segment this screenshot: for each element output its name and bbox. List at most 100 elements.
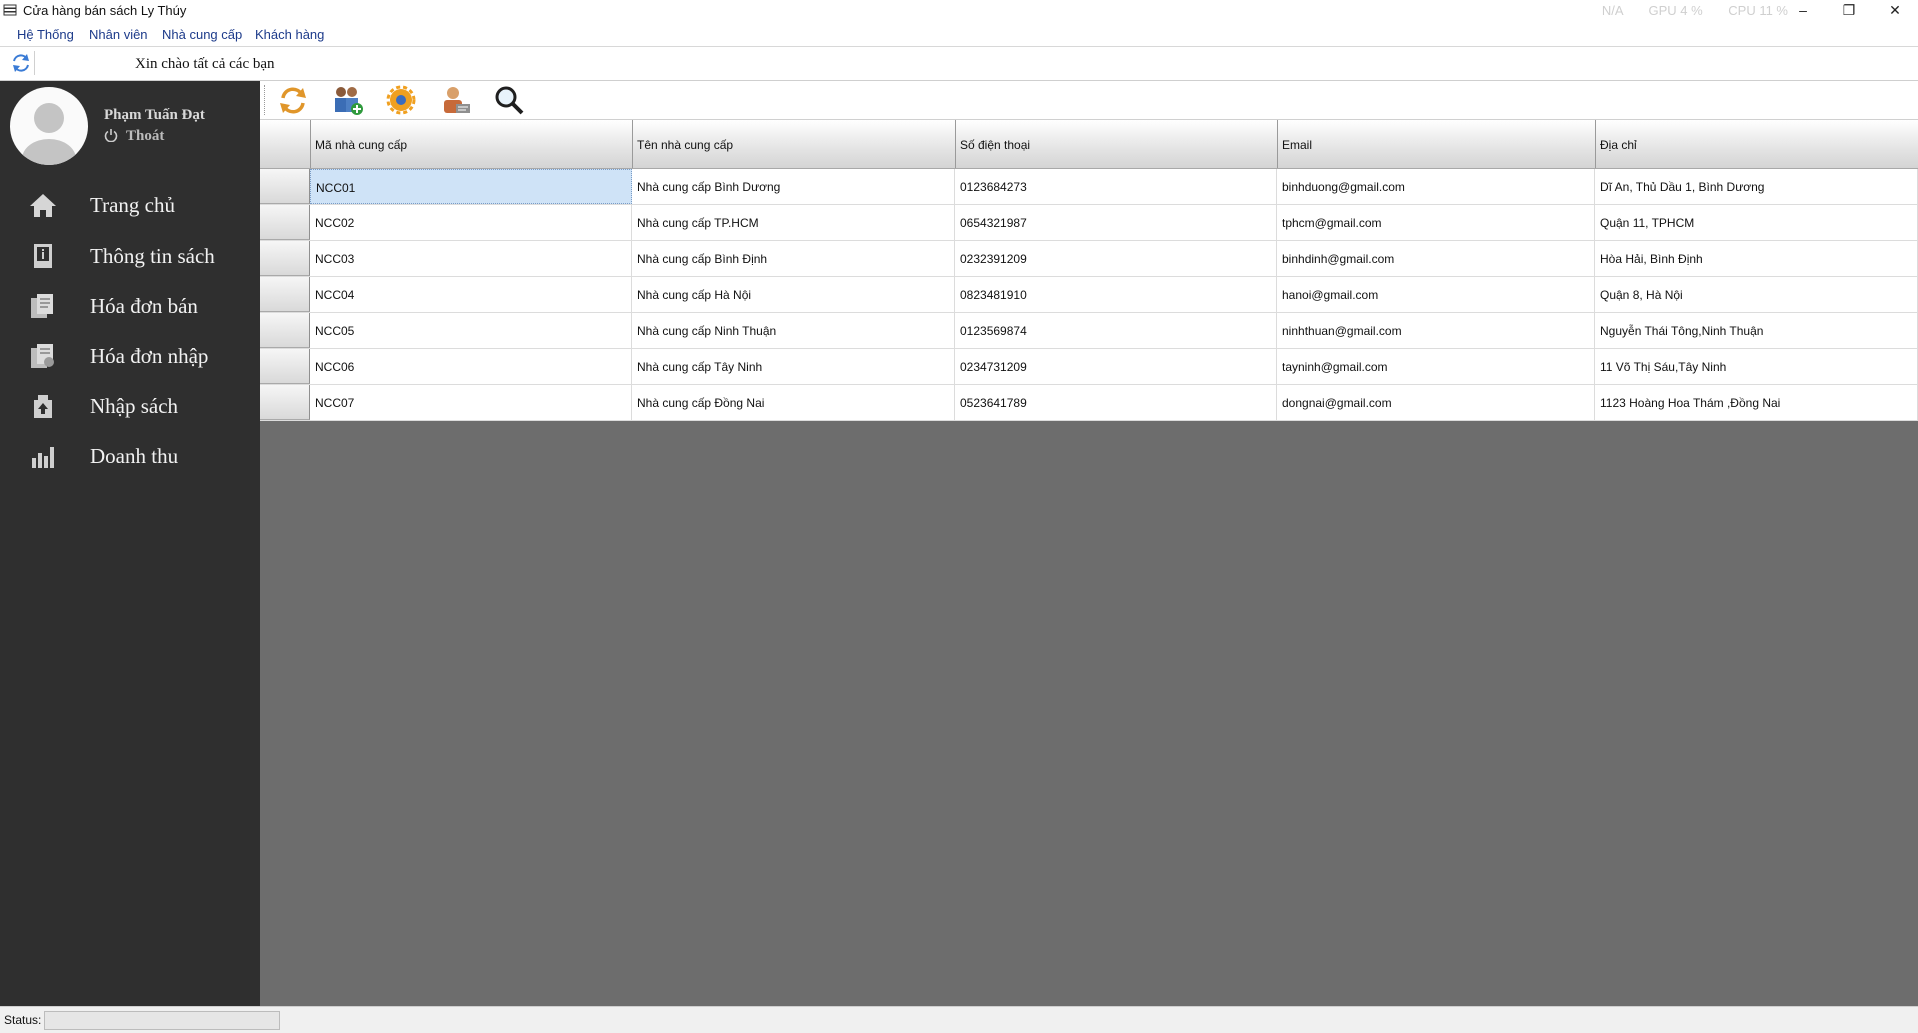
column-header-ma[interactable]: Mã nhà cung cấp <box>310 120 633 168</box>
table-cell[interactable]: Nhà cung cấp Ninh Thuận <box>632 313 955 348</box>
cell-text: NCC07 <box>315 396 355 410</box>
search-icon[interactable] <box>492 84 526 116</box>
table-cell[interactable]: NCC04 <box>310 277 632 312</box>
cell-text: Nguyễn Thái Tông,Ninh Thuận <box>1600 324 1764 338</box>
table-cell[interactable]: Nhà cung cấp TP.HCM <box>632 205 955 240</box>
table-cell[interactable]: 0654321987 <box>955 205 1277 240</box>
table-cell[interactable]: 0123684273 <box>955 169 1277 204</box>
app-book-icon <box>3 4 17 16</box>
settings-gear-icon[interactable] <box>384 84 418 116</box>
row-header[interactable] <box>260 277 310 312</box>
menu-nhan-vien[interactable]: Nhân viên <box>89 27 148 42</box>
table-cell[interactable]: NCC07 <box>310 385 632 420</box>
stat-gpu: GPU 4 % <box>1648 3 1703 18</box>
table-row[interactable]: NCC07 Nhà cung cấp Đồng Nai 0523641789 dong… <box>260 385 1918 421</box>
table-row[interactable]: NCC06 Nhà cung cấp Tây Ninh 0234731209 tayn… <box>260 349 1918 385</box>
menu-nha-cung-cap[interactable]: Nhà cung cấp <box>162 27 242 42</box>
greeting-bar: Xin chào tất cả các bạn <box>0 47 1918 81</box>
table-cell[interactable]: Nhà cung cấp Đồng Nai <box>632 385 955 420</box>
table-cell[interactable]: Quận 8, Hà Nội <box>1595 277 1918 312</box>
column-header-ten[interactable]: Tên nhà cung cấp <box>632 120 956 168</box>
table-row[interactable]: NCC02 Nhà cung cấp TP.HCM 0654321987 tphcm@… <box>260 205 1918 241</box>
column-header-dia-chi[interactable]: Địa chỉ <box>1595 120 1918 168</box>
table-cell[interactable]: hanoi@gmail.com <box>1277 277 1595 312</box>
table-cell[interactable]: 0823481910 <box>955 277 1277 312</box>
menu-khach-hang[interactable]: Khách hàng <box>255 27 324 42</box>
table-cell[interactable]: NCC03 <box>310 241 632 276</box>
table-cell[interactable]: binhdinh@gmail.com <box>1277 241 1595 276</box>
table-cell[interactable]: NCC02 <box>310 205 632 240</box>
row-header[interactable] <box>260 205 310 240</box>
row-header[interactable] <box>260 169 310 204</box>
menu-he-thong[interactable]: Hệ Thống <box>17 27 74 42</box>
row-header[interactable] <box>260 313 310 348</box>
edit-user-icon[interactable] <box>438 84 472 116</box>
nav-trang-chu[interactable]: Trang chủ <box>0 185 260 225</box>
logout-label: Thoát <box>126 128 165 144</box>
table-row[interactable]: NCC05 Nhà cung cấp Ninh Thuận 0123569874 ni… <box>260 313 1918 349</box>
nav-label: Hóa đơn bán <box>90 294 198 318</box>
table-cell[interactable]: binhduong@gmail.com <box>1277 169 1595 204</box>
supplier-table: Mã nhà cung cấp Tên nhà cung cấp Số điện… <box>260 120 1918 421</box>
logout-button[interactable]: Thoát <box>104 128 164 145</box>
table-cell[interactable]: 11 Võ Thị Sáu,Tây Ninh <box>1595 349 1918 384</box>
cell-text: tphcm@gmail.com <box>1282 216 1382 230</box>
table-cell[interactable]: 0523641789 <box>955 385 1277 420</box>
cell-text: Hòa Hải, Bình Định <box>1600 252 1703 266</box>
refresh-icon[interactable] <box>8 51 35 75</box>
table-row[interactable]: NCC01 Nhà cung cấp Bình Dương 0123684273 bi… <box>260 169 1918 205</box>
cell-text: Nhà cung cấp Ninh Thuận <box>637 324 777 338</box>
nav-doanh-thu[interactable]: Doanh thu <box>0 436 260 476</box>
table-cell[interactable]: Hòa Hải, Bình Định <box>1595 241 1918 276</box>
cell-text: hanoi@gmail.com <box>1282 288 1379 302</box>
table-row[interactable]: NCC04 Nhà cung cấp Hà Nội 0823481910 hanoi@… <box>260 277 1918 313</box>
nav-hoa-don-nhap[interactable]: Hóa đơn nhập <box>0 336 260 376</box>
column-header-sdt[interactable]: Số điện thoại <box>955 120 1278 168</box>
table-cell[interactable]: 0123569874 <box>955 313 1277 348</box>
nav-thong-tin-sach[interactable]: Thông tin sách <box>0 236 260 276</box>
refresh-icon[interactable] <box>276 84 310 116</box>
cell-text: NCC05 <box>315 324 355 338</box>
table-row[interactable]: NCC03 Nhà cung cấp Bình Định 0232391209 bin… <box>260 241 1918 277</box>
table-cell[interactable]: NCC05 <box>310 313 632 348</box>
table-cell[interactable]: 0232391209 <box>955 241 1277 276</box>
import-invoice-icon <box>31 344 54 368</box>
table-cell[interactable]: ninhthuan@gmail.com <box>1277 313 1595 348</box>
table-cell[interactable]: Nhà cung cấp Hà Nội <box>632 277 955 312</box>
table-cell[interactable]: NCC06 <box>310 349 632 384</box>
table-cell[interactable]: Nhà cung cấp Tây Ninh <box>632 349 955 384</box>
table-cell[interactable]: tphcm@gmail.com <box>1277 205 1595 240</box>
table-cell[interactable]: 0234731209 <box>955 349 1277 384</box>
column-header-label: Mã nhà cung cấp <box>315 138 408 152</box>
add-supplier-icon[interactable] <box>330 84 364 116</box>
column-header-email[interactable]: Email <box>1277 120 1596 168</box>
row-header[interactable] <box>260 349 310 384</box>
row-header-corner[interactable] <box>260 120 311 168</box>
table-cell[interactable]: NCC01 <box>310 169 632 204</box>
close-button[interactable]: ✕ <box>1872 0 1918 22</box>
table-cell[interactable]: Nguyễn Thái Tông,Ninh Thuận <box>1595 313 1918 348</box>
main-content: Mã nhà cung cấp Tên nhà cung cấp Số điện… <box>260 81 1918 1006</box>
table-cell[interactable]: 1123 Hoàng Hoa Thám ,Đồng Nai <box>1595 385 1918 420</box>
table-cell[interactable]: Nhà cung cấp Bình Định <box>632 241 955 276</box>
nav-nhap-sach[interactable]: Nhập sách <box>0 386 260 426</box>
avatar <box>10 87 88 165</box>
nav-hoa-don-ban[interactable]: Hóa đơn bán <box>0 286 260 326</box>
table-cell[interactable]: Dĩ An, Thủ Dầu 1, Bình Dương <box>1595 169 1918 204</box>
row-header[interactable] <box>260 385 310 420</box>
nav-label: Doanh thu <box>90 444 179 468</box>
table-cell[interactable]: Nhà cung cấp Bình Dương <box>632 169 955 204</box>
revenue-chart-icon <box>32 447 54 468</box>
cell-text: NCC06 <box>315 360 355 374</box>
home-icon <box>30 194 56 217</box>
restore-button[interactable]: ❐ <box>1826 0 1872 22</box>
menu-bar: Hệ Thống Nhân viên Nhà cung cấp Khách hà… <box>0 22 1918 47</box>
table-cell[interactable]: tayninh@gmail.com <box>1277 349 1595 384</box>
minimize-button[interactable]: – <box>1780 0 1826 22</box>
cell-text: Nhà cung cấp Bình Định <box>637 252 768 266</box>
table-cell[interactable]: Quận 11, TPHCM <box>1595 205 1918 240</box>
cell-text: binhduong@gmail.com <box>1282 180 1405 194</box>
table-cell[interactable]: dongnai@gmail.com <box>1277 385 1595 420</box>
greeting-text: Xin chào tất cả các bạn <box>135 56 275 72</box>
row-header[interactable] <box>260 241 310 276</box>
